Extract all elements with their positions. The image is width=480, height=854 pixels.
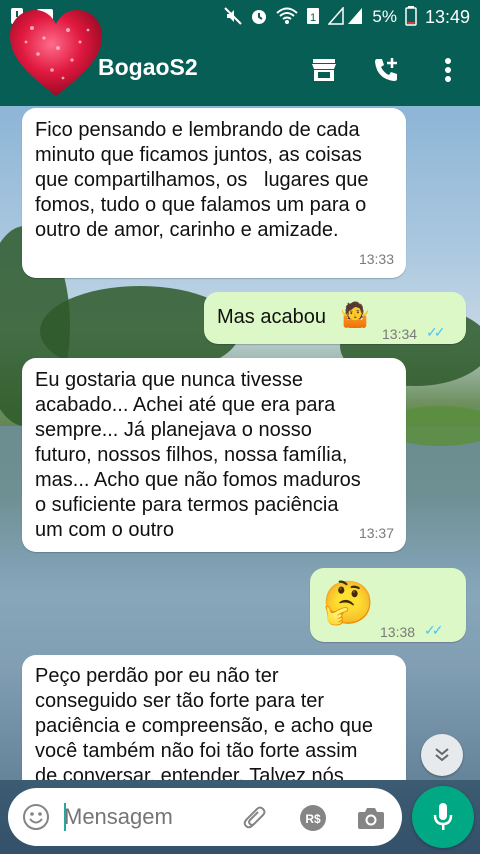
more-vert-icon[interactable] [434, 56, 462, 84]
emoji-icon[interactable] [22, 803, 50, 836]
scroll-down-button[interactable] [421, 734, 463, 776]
sim-icon: 1 [306, 7, 320, 28]
message-text: Mas acabou [217, 306, 326, 328]
message-bubble-outgoing[interactable]: 🤔 13:38 ✓✓ [310, 568, 466, 642]
alarm-icon [250, 7, 268, 28]
read-ticks-icon: ✓✓ [424, 622, 444, 638]
message-time: 13:34 [382, 326, 418, 342]
text-caret [64, 803, 66, 831]
message-text: Fico pensando e lembrando de cada minuto… [35, 119, 369, 241]
message-time: 13:37 [358, 525, 394, 541]
camera-icon[interactable] [356, 803, 386, 833]
shrug-emoji: 🤷 [340, 302, 370, 329]
add-call-icon[interactable] [372, 56, 400, 84]
mic-icon [433, 803, 453, 830]
message-time: 13:38 [380, 624, 416, 640]
read-ticks-icon: ✓✓ [426, 324, 446, 340]
mute-icon [224, 6, 243, 28]
battery-icon [405, 5, 417, 29]
message-input[interactable] [64, 804, 234, 830]
svg-text:R$: R$ [305, 812, 321, 826]
attach-icon[interactable] [240, 803, 270, 833]
chat-title[interactable]: BogaoS2 [98, 54, 198, 81]
payment-icon[interactable]: R$ [298, 803, 328, 833]
wifi-icon [276, 7, 299, 28]
message-bubble-outgoing[interactable]: Mas acabou 🤷 13:34 ✓✓ [204, 292, 466, 344]
message-composer: R$ [8, 788, 402, 846]
status-time: 13:49 [424, 6, 470, 27]
message-text: Peço perdão por eu não ter conseguido se… [35, 665, 374, 787]
message-bubble-incoming[interactable]: Eu gostaria que nunca tivesse acabado...… [22, 358, 406, 552]
message-text: Eu gostaria que nunca tivesse acabado...… [35, 369, 361, 541]
svg-text:1: 1 [310, 12, 316, 24]
battery-percent: 5% [372, 7, 397, 26]
message-time: 13:33 [358, 251, 394, 267]
voice-message-button[interactable] [412, 786, 474, 848]
store-icon[interactable] [310, 56, 338, 84]
thinking-emoji: 🤔 [322, 579, 375, 626]
message-bubble-incoming[interactable]: Fico pensando e lembrando de cada minuto… [22, 108, 406, 278]
contact-avatar[interactable] [8, 8, 104, 100]
signal-icon [327, 5, 364, 28]
double-chevron-down-icon [435, 748, 449, 762]
